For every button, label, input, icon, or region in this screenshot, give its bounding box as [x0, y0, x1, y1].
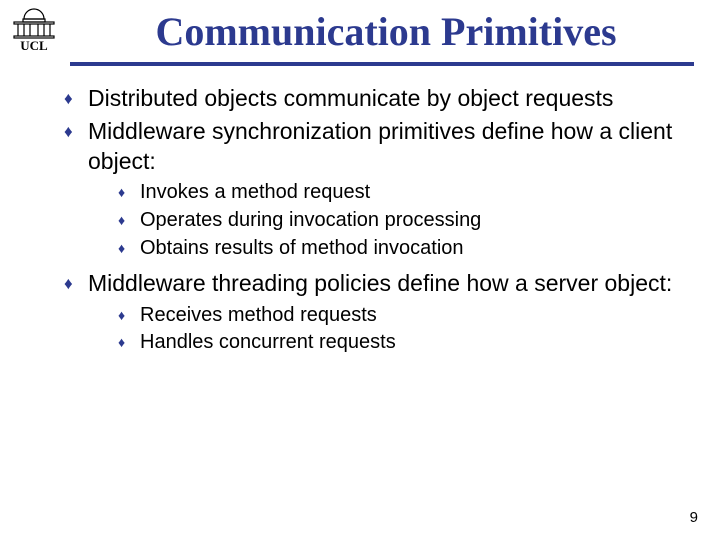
sub-bullet-item: Handles concurrent requests	[118, 330, 680, 356]
sub-bullet-text: Handles concurrent requests	[140, 331, 396, 353]
bullet-item: Middleware threading policies define how…	[64, 269, 680, 356]
sub-bullet-item: Invokes a method request	[118, 180, 680, 206]
sub-bullet-item: Obtains results of method invocation	[118, 236, 680, 262]
title-wrap: Communication Primitives	[62, 4, 710, 54]
bullet-item: Distributed objects communicate by objec…	[64, 84, 680, 113]
bullet-text: Middleware threading policies define how…	[88, 270, 672, 296]
slide-title: Communication Primitives	[62, 4, 710, 54]
sub-bullet-list: Invokes a method request Operates during…	[88, 180, 680, 261]
bullet-text: Distributed objects communicate by objec…	[88, 85, 613, 111]
sub-bullet-item: Operates during invocation processing	[118, 208, 680, 234]
sub-bullet-text: Receives method requests	[140, 304, 377, 326]
slide: UCL Communication Primitives Distributed…	[0, 0, 720, 540]
slide-body: Distributed objects communicate by objec…	[0, 66, 720, 356]
slide-header: UCL Communication Primitives	[0, 0, 720, 54]
sub-bullet-text: Invokes a method request	[140, 181, 370, 203]
bullet-text: Middleware synchronization primitives de…	[88, 118, 672, 173]
bullet-list: Distributed objects communicate by objec…	[64, 84, 680, 356]
sub-bullet-text: Operates during invocation processing	[140, 209, 481, 231]
sub-bullet-list: Receives method requests Handles concurr…	[88, 303, 680, 356]
logo-text: UCL	[20, 38, 48, 53]
sub-bullet-item: Receives method requests	[118, 303, 680, 329]
ucl-logo-icon: UCL	[6, 6, 62, 54]
page-number: 9	[690, 509, 698, 526]
sub-bullet-text: Obtains results of method invocation	[140, 237, 464, 259]
bullet-item: Middleware synchronization primitives de…	[64, 117, 680, 261]
